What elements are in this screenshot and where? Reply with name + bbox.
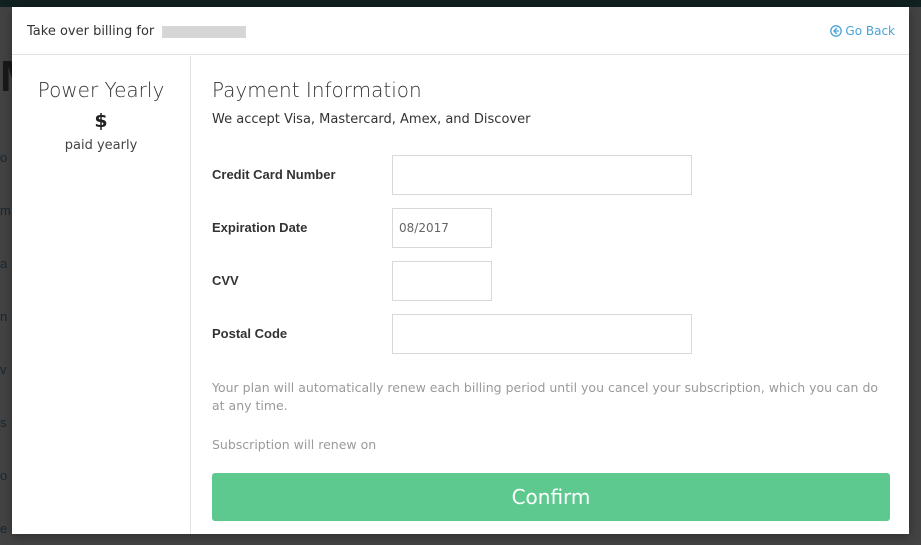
accepted-cards-text: We accept Visa, Mastercard, Amex, and Di… bbox=[212, 112, 531, 127]
payment-title: Payment Information bbox=[212, 78, 422, 102]
redacted-team-name bbox=[162, 25, 247, 38]
modal-title-text: Take over billing for bbox=[27, 24, 155, 39]
card-number-label: Credit Card Number bbox=[212, 167, 336, 182]
postal-code-label: Postal Code bbox=[212, 326, 288, 341]
billing-modal: Take over billing for Go Back Power Year… bbox=[12, 7, 909, 534]
cvv-label: CVV bbox=[212, 273, 239, 288]
go-back-label: Go Back bbox=[845, 24, 895, 38]
renew-date-text: Subscription will renew on bbox=[212, 437, 377, 452]
confirm-button[interactable]: Confirm bbox=[212, 473, 890, 521]
expiration-date-input[interactable] bbox=[392, 208, 492, 248]
expiration-date-label: Expiration Date bbox=[212, 220, 308, 235]
modal-title: Take over billing for bbox=[27, 24, 247, 39]
postal-code-input[interactable] bbox=[392, 314, 692, 354]
plan-period: paid yearly bbox=[64, 138, 138, 153]
circle-arrow-left-icon bbox=[830, 25, 843, 37]
plan-price: $ bbox=[94, 110, 108, 132]
card-number-input[interactable] bbox=[392, 155, 692, 195]
cvv-input[interactable] bbox=[392, 261, 492, 301]
modal-header: Take over billing for Go Back bbox=[12, 7, 909, 55]
go-back-link[interactable]: Go Back bbox=[830, 24, 895, 38]
plan-name: Power Yearly bbox=[37, 78, 165, 102]
auto-renew-note: Your plan will automatically renew each … bbox=[212, 380, 879, 413]
plan-summary: Power Yearly $ paid yearly bbox=[12, 56, 191, 534]
